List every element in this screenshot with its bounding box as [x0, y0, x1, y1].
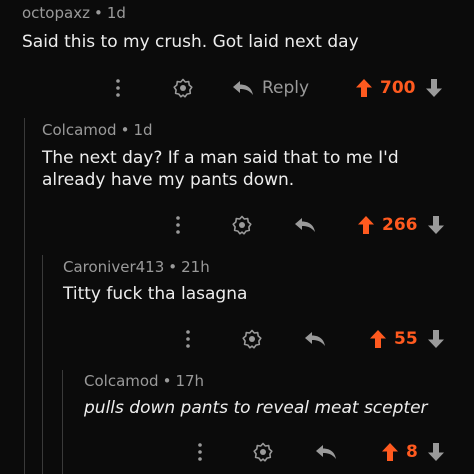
comment-meta: Caroniver413 • 21h: [63, 258, 210, 276]
downvote-arrow-icon[interactable]: [425, 79, 442, 97]
vote-controls: 700: [356, 73, 456, 103]
comment-author[interactable]: Caroniver413: [63, 258, 164, 276]
comment-actions: 266: [0, 210, 474, 240]
comment-text: Said this to my crush. Got laid next day: [22, 32, 359, 52]
reply-arrow-icon: [295, 218, 315, 232]
comment-author[interactable]: octopaxz: [22, 4, 90, 22]
comment-age: 17h: [175, 372, 205, 390]
more-options-button[interactable]: [168, 210, 188, 240]
thread-line-level-1: [24, 118, 25, 474]
comment-actions: 55: [0, 324, 474, 354]
award-icon: [242, 329, 262, 349]
score: 700: [380, 78, 416, 98]
reply-button[interactable]: [313, 437, 339, 467]
award-icon: [173, 78, 193, 98]
award-icon: [253, 442, 273, 462]
award-icon: [232, 215, 252, 235]
reply-arrow-icon: [233, 81, 253, 95]
downvote-arrow-icon[interactable]: [427, 330, 444, 348]
comment-meta: Colcamod • 1d: [42, 121, 153, 139]
upvote-arrow-icon[interactable]: [356, 79, 372, 97]
reply-label: Reply: [262, 78, 310, 98]
more-options-button[interactable]: [190, 437, 210, 467]
reply-arrow-icon: [316, 445, 336, 459]
upvote-arrow-icon[interactable]: [382, 443, 398, 461]
score: 8: [406, 442, 418, 462]
comment-meta: octopaxz • 1d: [22, 4, 126, 22]
score: 266: [382, 215, 418, 235]
more-vertical-icon: [198, 443, 202, 461]
vote-controls: 266: [358, 210, 458, 240]
comment-age: 21h: [181, 258, 210, 276]
comment-actions: Reply 700: [0, 73, 474, 103]
award-button[interactable]: [250, 437, 276, 467]
more-options-button[interactable]: [178, 324, 198, 354]
comment-actions: 8: [0, 437, 474, 467]
award-button[interactable]: [239, 324, 265, 354]
award-button[interactable]: [229, 210, 255, 240]
upvote-arrow-icon[interactable]: [358, 216, 374, 234]
award-button[interactable]: [170, 73, 196, 103]
comment-text: Titty fuck tha lasagna: [63, 284, 248, 304]
comment-text: pulls down pants to reveal meat scepter: [84, 398, 428, 418]
comment-meta: Colcamod • 17h: [84, 372, 205, 390]
reply-button[interactable]: [302, 324, 328, 354]
upvote-arrow-icon[interactable]: [370, 330, 386, 348]
reply-arrow-icon: [305, 332, 325, 346]
comment-author[interactable]: Colcamod: [42, 121, 117, 139]
comment-text: The next day? If a man said that to me I…: [42, 148, 399, 190]
vote-controls: 8: [382, 437, 472, 467]
more-vertical-icon: [116, 79, 120, 97]
score: 55: [394, 329, 418, 349]
more-vertical-icon: [176, 216, 180, 234]
reply-button[interactable]: Reply: [232, 73, 322, 103]
more-vertical-icon: [186, 330, 190, 348]
comment-author[interactable]: Colcamod: [84, 372, 159, 390]
downvote-arrow-icon[interactable]: [427, 216, 444, 234]
comment-age: 1d: [133, 121, 153, 139]
reply-button[interactable]: [292, 210, 318, 240]
comment-age: 1d: [106, 4, 126, 22]
more-options-button[interactable]: [108, 73, 128, 103]
downvote-arrow-icon[interactable]: [427, 443, 444, 461]
vote-controls: 55: [370, 324, 470, 354]
